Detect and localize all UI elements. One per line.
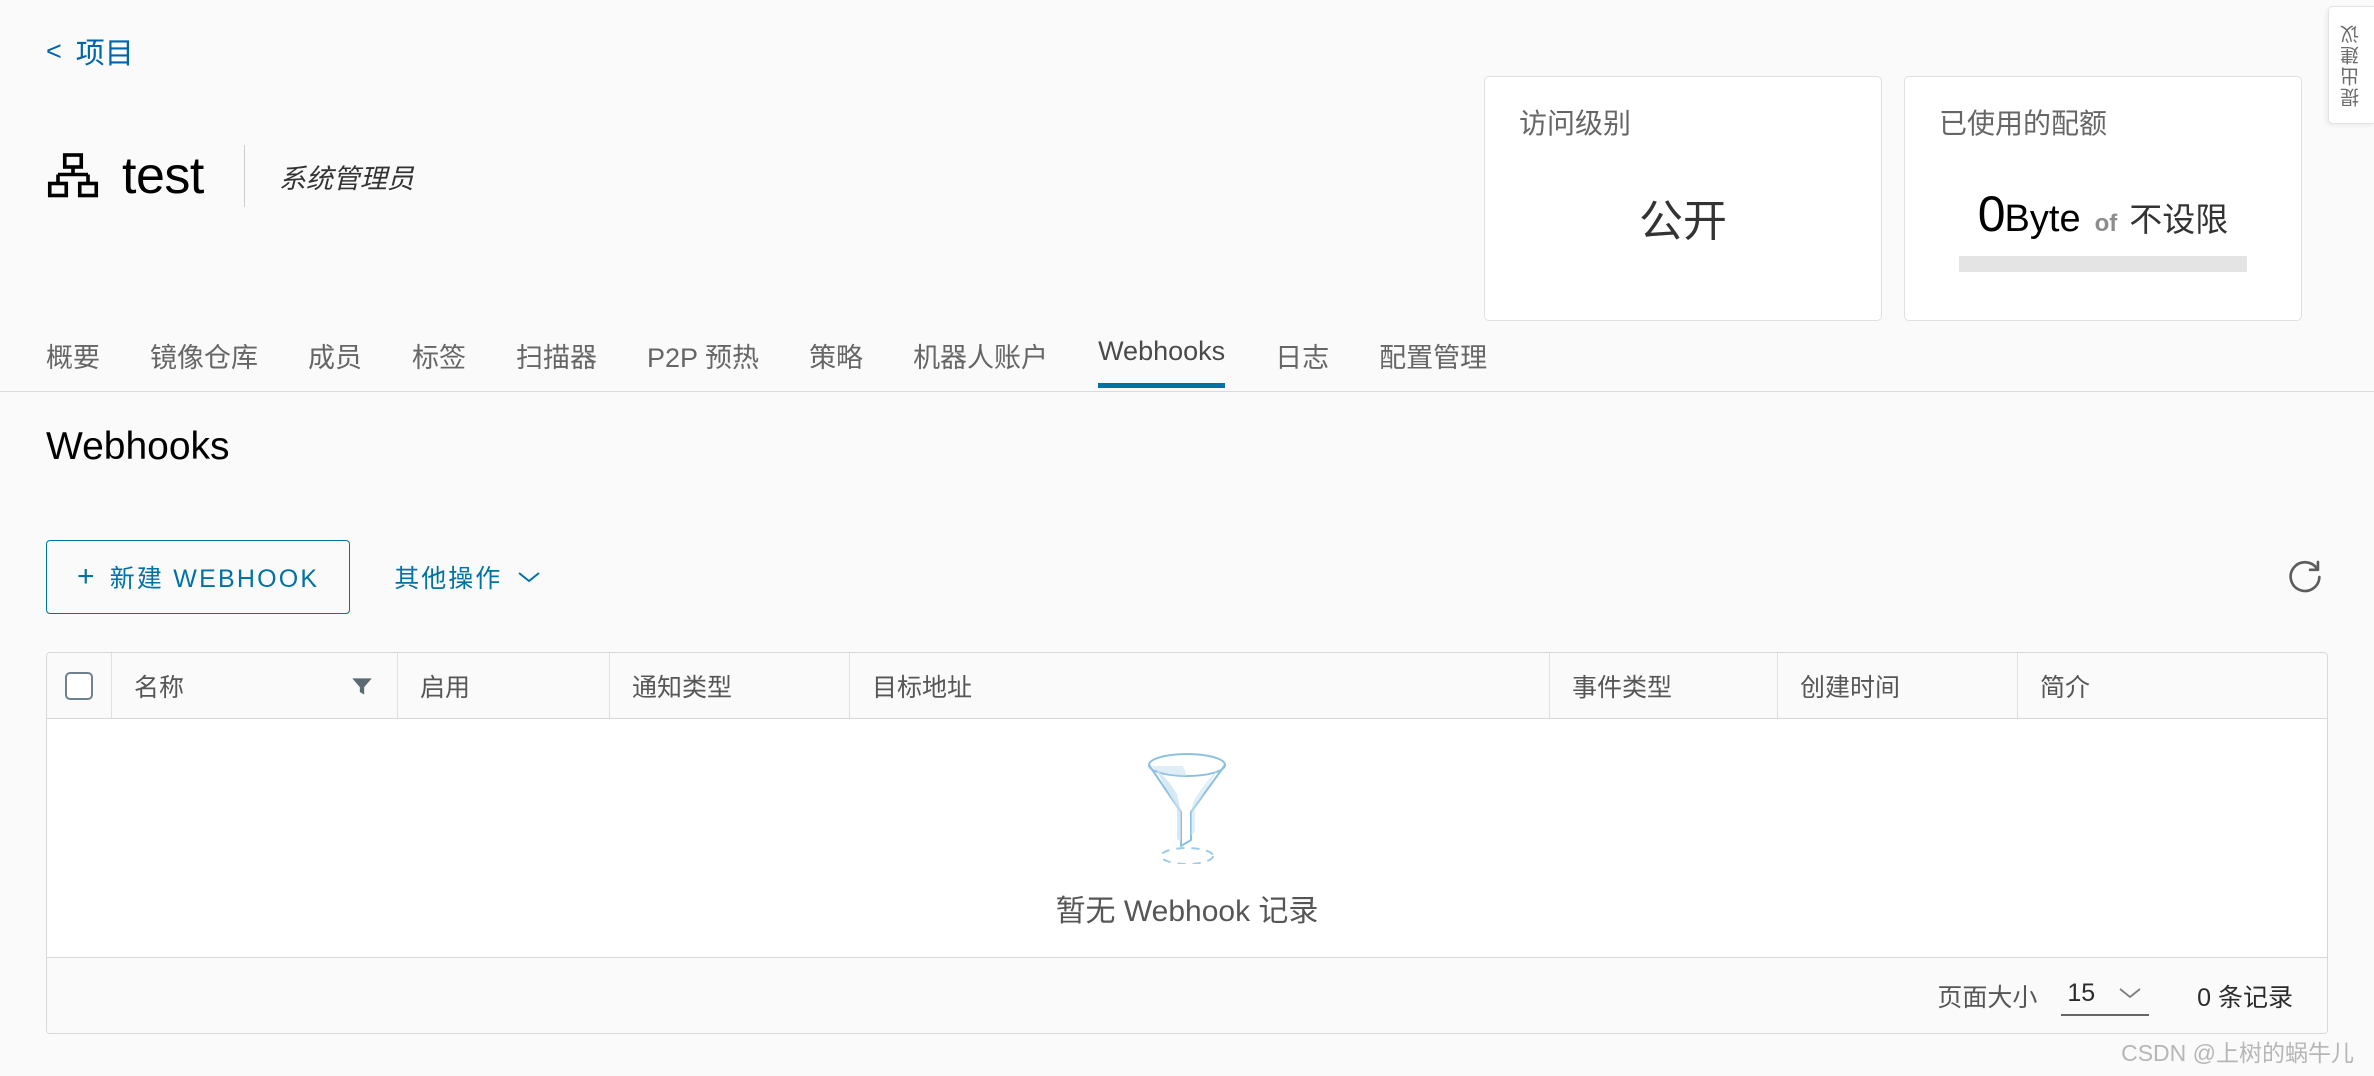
chevron-left-icon: < <box>46 35 62 66</box>
quota-of-label: of <box>2094 210 2118 237</box>
select-all-header <box>47 653 111 718</box>
column-label: 名称 <box>134 673 185 702</box>
select-all-checkbox[interactable] <box>65 671 93 700</box>
quota-used-number: 0 <box>1977 186 2006 242</box>
more-actions-label: 其他操作 <box>394 565 503 593</box>
column-header-event-type[interactable]: 事件类型 <box>1549 653 1777 718</box>
tab-repositories[interactable]: 镜像仓库 <box>150 330 258 395</box>
webhooks-toolbar: + 新建 WEBHOOK 其他操作 <box>46 540 2328 614</box>
tab-label: 机器人账户 <box>913 343 1049 373</box>
total-records-label: 0 条记录 <box>2197 983 2293 1012</box>
new-webhook-button[interactable]: + 新建 WEBHOOK <box>46 540 351 614</box>
tab-label: 成员 <box>308 343 362 373</box>
access-level-value: 公开 <box>1639 197 1727 246</box>
quota-used-unit: Byte <box>2004 198 2081 240</box>
funnel-empty-icon <box>1148 753 1226 864</box>
feedback-side-tab[interactable]: 提出建议 <box>2328 6 2374 124</box>
page-size-select[interactable]: 15 <box>2061 975 2150 1016</box>
table-footer: 页面大小 15 0 条记录 <box>47 957 2327 1033</box>
tab-configuration[interactable]: 配置管理 <box>1379 330 1487 395</box>
filter-icon[interactable] <box>349 673 375 699</box>
access-level-card: 访问级别 公开 <box>1484 76 1882 321</box>
column-header-notify-type[interactable]: 通知类型 <box>609 653 849 718</box>
column-label: 事件类型 <box>1572 673 1673 702</box>
tab-robot-accounts[interactable]: 机器人账户 <box>913 330 1048 395</box>
tab-labels[interactable]: 标签 <box>412 330 466 395</box>
quota-body: 0 Byte of 不设限 <box>1905 185 2301 272</box>
quota-limit-value: 不设限 <box>2129 201 2229 238</box>
column-label: 通知类型 <box>632 673 733 702</box>
tab-label: 策略 <box>809 343 864 373</box>
column-label: 目标地址 <box>872 673 973 702</box>
page-size-label: 页面大小 <box>1937 983 2038 1012</box>
new-webhook-label: 新建 WEBHOOK <box>109 565 320 593</box>
tab-label: 概要 <box>46 343 100 373</box>
section-title: Webhooks <box>46 425 230 468</box>
quota-progress-bar <box>1959 256 2247 272</box>
tab-webhooks[interactable]: Webhooks <box>1098 330 1226 388</box>
table-header-row: 名称 启用 通知类型 目标地址 事件类型 创建时间 简介 <box>47 653 2327 719</box>
column-header-created-time[interactable]: 创建时间 <box>1777 653 2017 718</box>
chevron-down-icon <box>518 572 540 583</box>
table-empty-state: 暂无 Webhook 记录 <box>47 719 2327 957</box>
org-hierarchy-icon <box>47 153 99 198</box>
tab-label: 配置管理 <box>1379 343 1488 373</box>
column-header-endpoint[interactable]: 目标地址 <box>849 653 1549 718</box>
refresh-button[interactable] <box>2282 554 2328 600</box>
page-title: test <box>122 147 204 205</box>
app-root: < 项目 test 系统管理员 访问级别 公开 已使用的配额 0 Byte of… <box>0 0 2374 1076</box>
breadcrumb-label: 项目 <box>75 38 134 70</box>
access-level-title: 访问级别 <box>1519 108 1632 139</box>
quota-value-line: 0 Byte of 不设限 <box>1905 185 2301 243</box>
column-header-enabled[interactable]: 启用 <box>397 653 609 718</box>
tab-label: Webhooks <box>1098 336 1226 366</box>
column-header-name[interactable]: 名称 <box>111 653 397 718</box>
quota-card: 已使用的配额 0 Byte of 不设限 <box>1904 76 2302 321</box>
project-tabbar: 概要 镜像仓库 成员 标签 扫描器 P2P 预热 策略 机器人账户 Webhoo… <box>0 330 2374 392</box>
chevron-down-icon <box>2119 988 2141 999</box>
column-label: 启用 <box>420 673 471 702</box>
summary-cards: 访问级别 公开 已使用的配额 0 Byte of 不设限 <box>1484 76 2302 321</box>
more-actions-button[interactable]: 其他操作 <box>394 540 542 614</box>
empty-state-text: 暂无 Webhook 记录 <box>1055 895 1319 928</box>
tab-label: P2P 预热 <box>647 343 760 373</box>
tab-label: 镜像仓库 <box>150 343 258 373</box>
project-header: test 系统管理员 <box>46 145 414 207</box>
tab-label: 扫描器 <box>516 343 597 373</box>
tab-p2p-preheat[interactable]: P2P 预热 <box>647 330 759 395</box>
column-label: 简介 <box>2040 673 2091 702</box>
page-size-value: 15 <box>2067 979 2096 1007</box>
quota-title: 已使用的配额 <box>1939 108 2108 139</box>
webhooks-table: 名称 启用 通知类型 目标地址 事件类型 创建时间 简介 暂无 Webhook … <box>46 652 2328 1034</box>
feedback-side-tab-label: 提出建议 <box>2341 23 2362 107</box>
access-level-body: 公开 <box>1485 185 1881 249</box>
tab-logs[interactable]: 日志 <box>1275 330 1329 395</box>
tab-members[interactable]: 成员 <box>308 330 362 395</box>
tab-policy[interactable]: 策略 <box>809 330 863 395</box>
tab-label: 标签 <box>412 343 466 373</box>
refresh-icon <box>2289 560 2321 593</box>
breadcrumb[interactable]: < 项目 <box>46 30 134 72</box>
column-header-description[interactable]: 简介 <box>2017 653 2327 718</box>
plus-icon: + <box>77 560 97 593</box>
tab-label: 日志 <box>1275 343 1330 373</box>
divider <box>243 145 245 207</box>
tab-scanner[interactable]: 扫描器 <box>516 330 597 395</box>
column-label: 创建时间 <box>1800 673 1901 702</box>
project-role: 系统管理员 <box>278 163 414 194</box>
tab-overview[interactable]: 概要 <box>46 330 100 395</box>
watermark: CSDN @上树的蜗牛儿 <box>2121 1040 2354 1066</box>
